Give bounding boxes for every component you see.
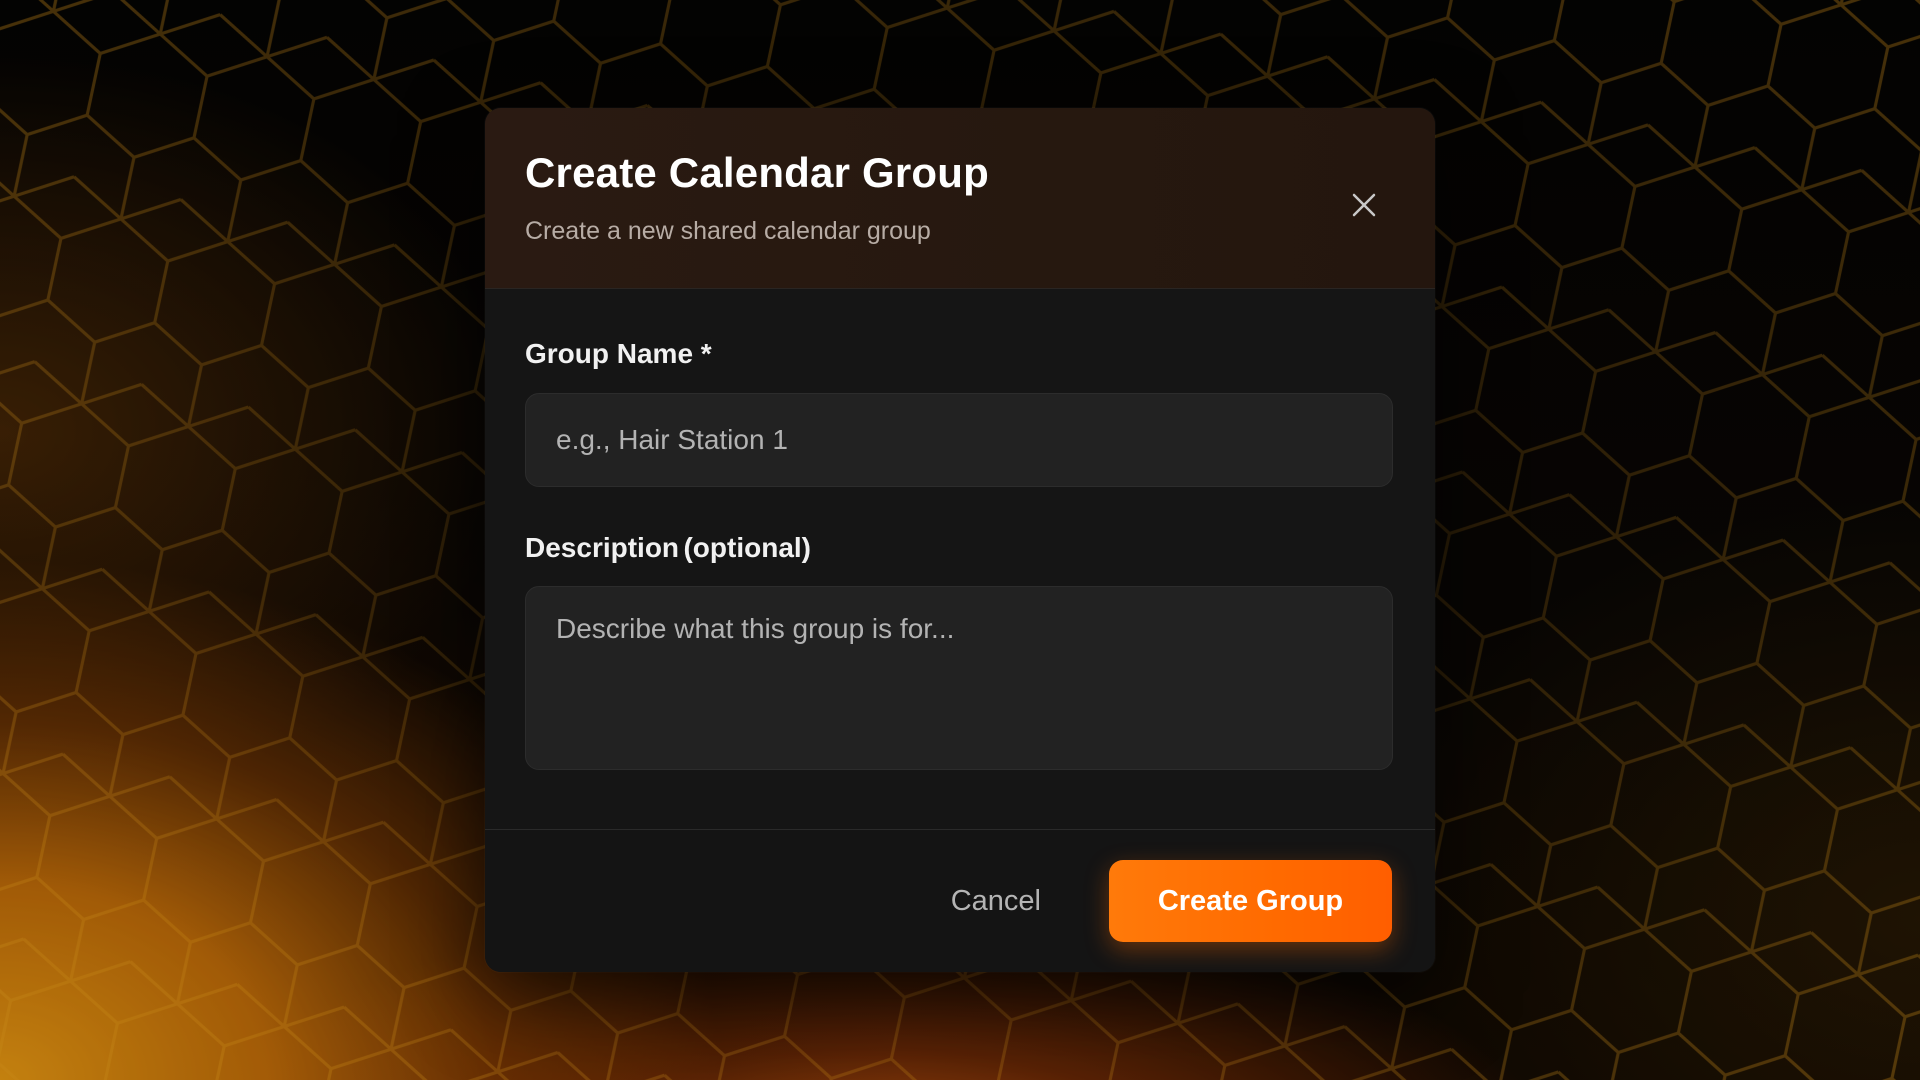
close-button[interactable] [1333, 174, 1395, 236]
cancel-button[interactable]: Cancel [943, 867, 1049, 936]
create-calendar-group-dialog: Create Calendar Group Create a new share… [485, 108, 1435, 972]
description-label-row: Description (optional) [525, 531, 1395, 565]
group-name-label: Group Name * [525, 338, 712, 369]
dialog-title: Create Calendar Group [525, 149, 989, 196]
dialog-subtitle: Create a new shared calendar group [525, 217, 931, 246]
dialog-header: Create Calendar Group Create a new share… [485, 108, 1435, 289]
dialog-body: Group Name * Description (optional) [485, 289, 1435, 829]
description-textarea[interactable] [525, 586, 1393, 771]
description-label: Description [525, 531, 680, 563]
group-name-input[interactable] [525, 392, 1393, 487]
dialog-footer: Cancel Create Group [485, 829, 1435, 972]
close-icon [1352, 193, 1376, 217]
create-group-button[interactable]: Create Group [1109, 860, 1392, 942]
description-optional-label: (optional) [683, 531, 812, 563]
